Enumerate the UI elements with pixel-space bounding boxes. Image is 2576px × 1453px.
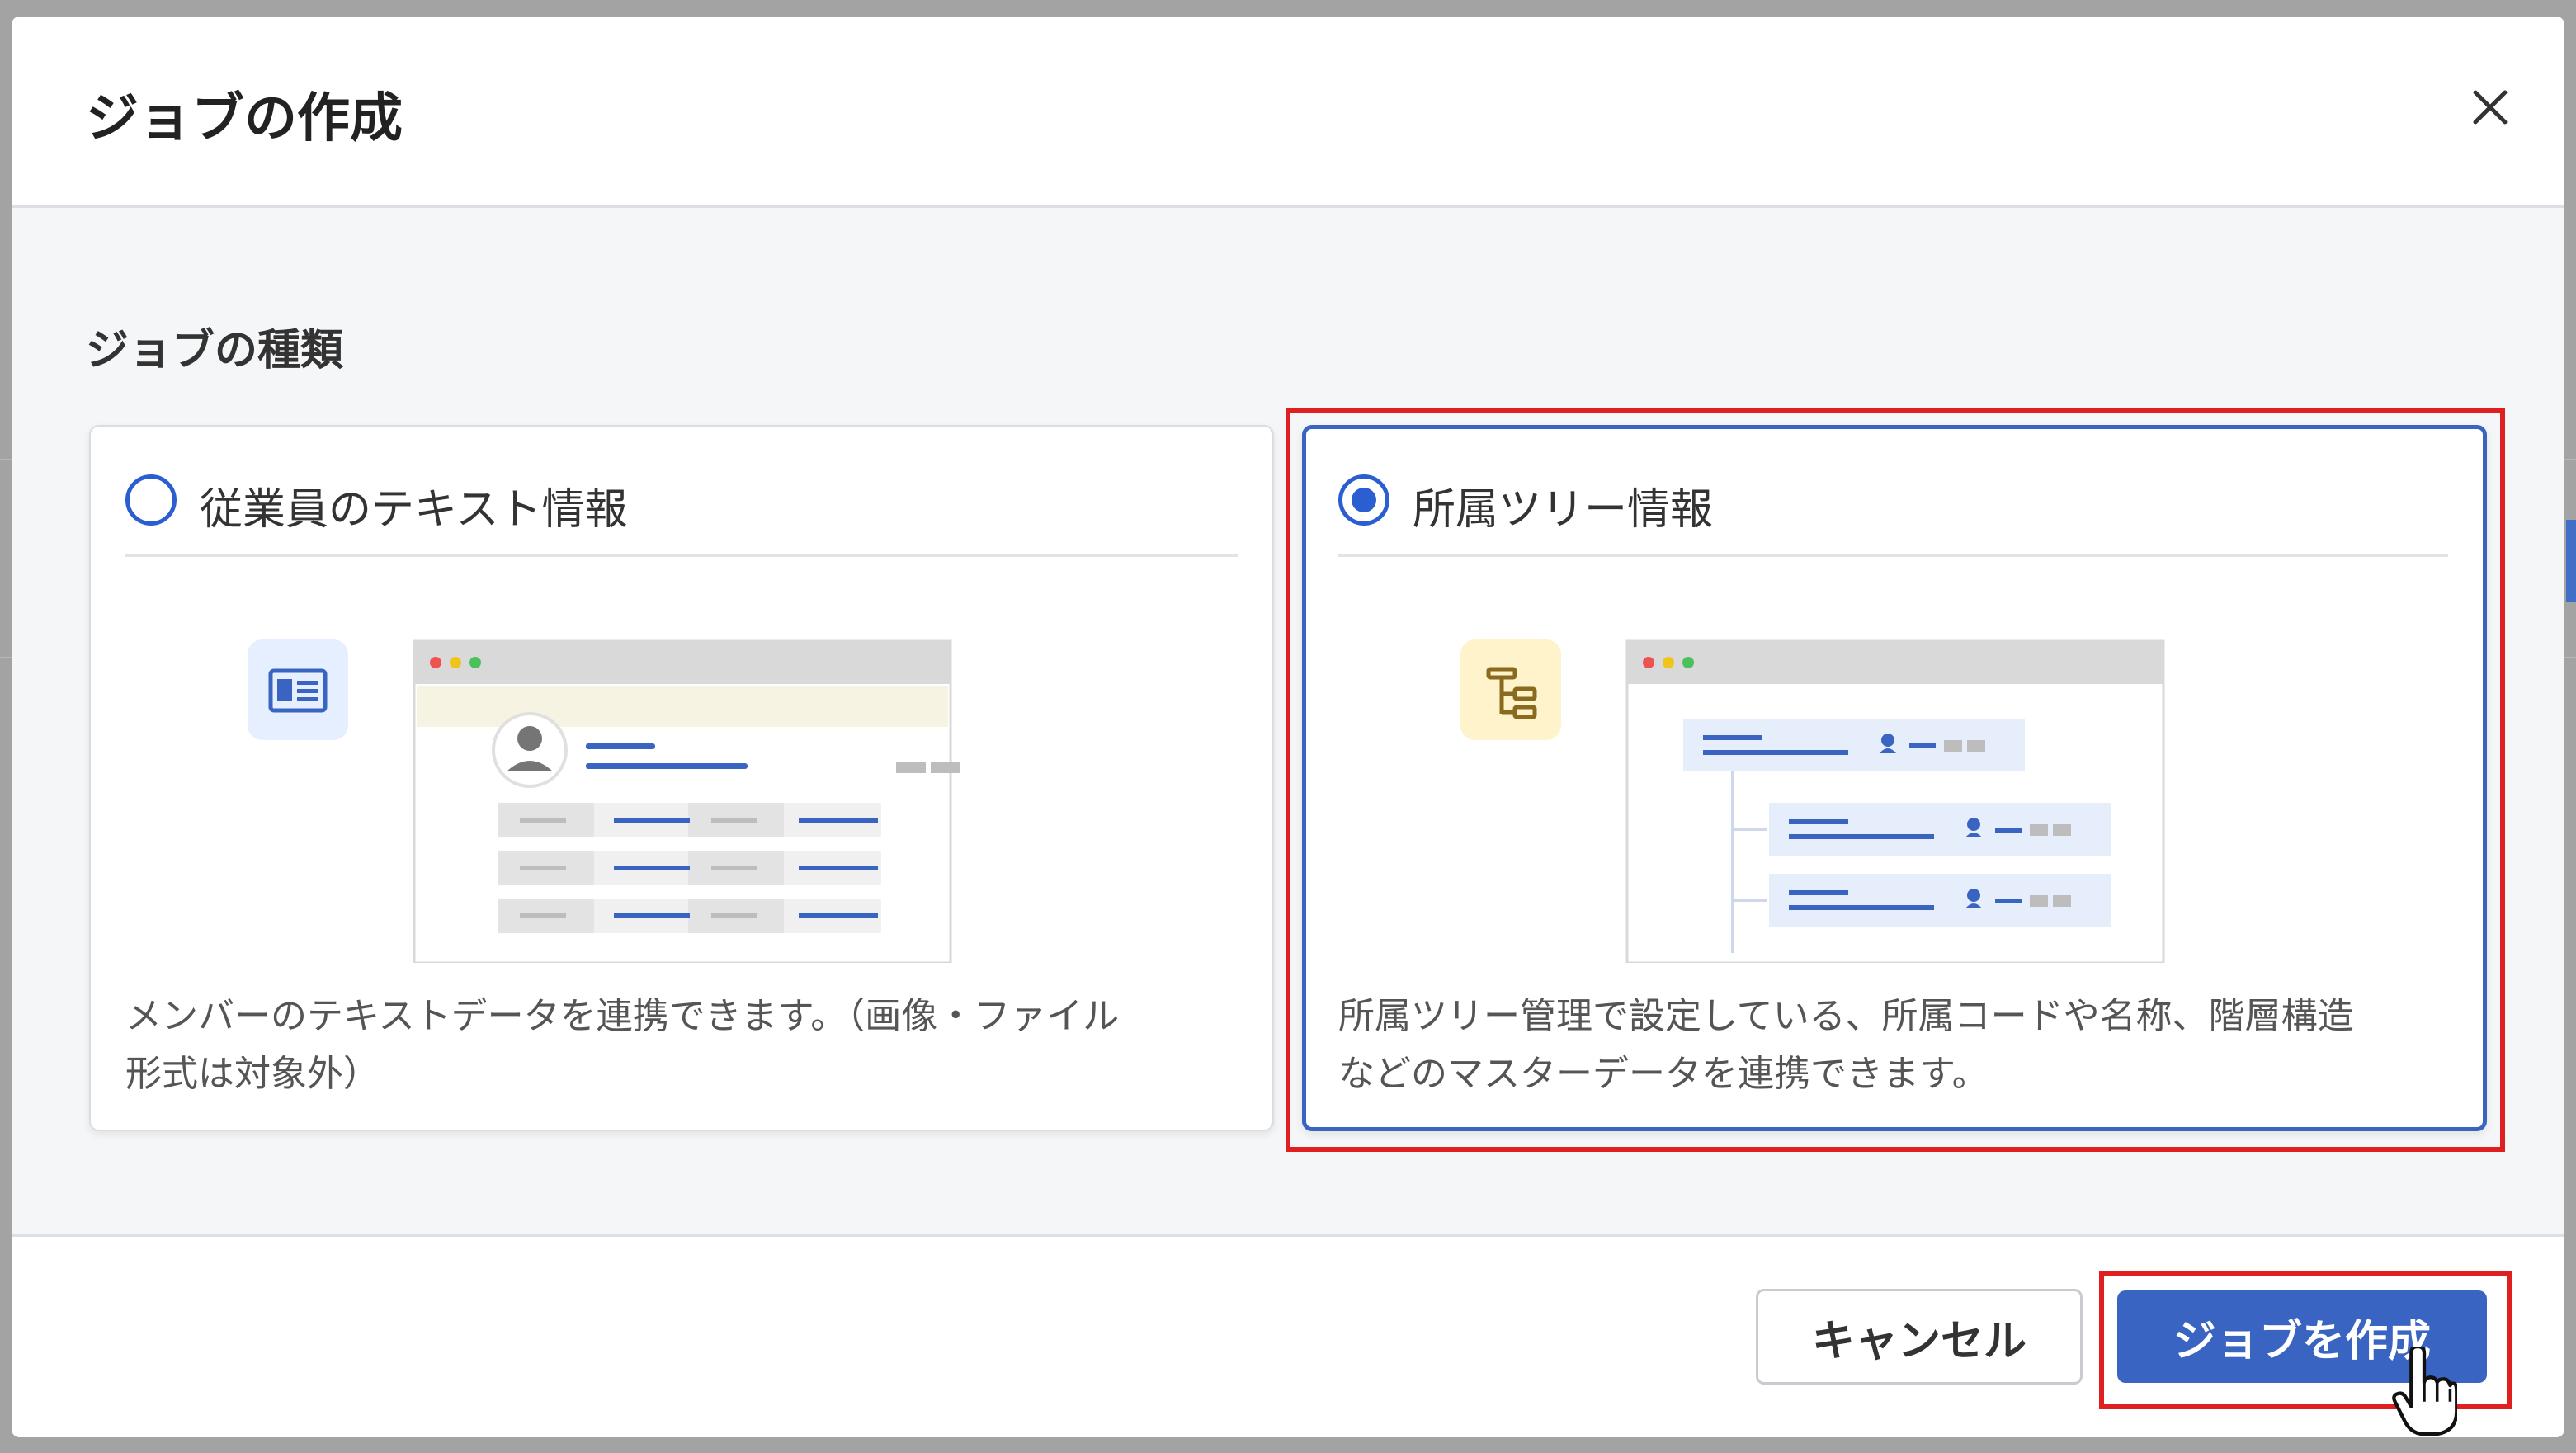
dialog-title: ジョブの作成	[86, 88, 403, 149]
description-line: メンバーのテキストデータを連携できます。（画像・ファイル	[125, 995, 1120, 1037]
option-card-employee-text[interactable]: 従業員のテキスト情報 メンバーのテキストデータを連携できます。（画像・ファイル …	[89, 425, 1274, 1131]
close-icon	[2473, 90, 2508, 125]
employee-text-illustration	[248, 639, 960, 963]
close-button[interactable]	[2449, 66, 2531, 149]
radio-employee-text[interactable]	[125, 474, 177, 526]
description-line: 形式は対象外）	[125, 1053, 380, 1095]
option-description: メンバーのテキストデータを連携できます。（画像・ファイル 形式は対象外）	[125, 988, 1239, 1103]
backdrop-accent	[2566, 520, 2576, 602]
card-header: 従業員のテキスト情報	[125, 466, 1238, 557]
hand-pointer-icon	[2392, 1347, 2457, 1436]
option-title: 従業員のテキスト情報	[200, 485, 628, 535]
job-type-label: ジョブの種類	[86, 326, 344, 375]
cancel-button[interactable]: キャンセル	[1756, 1289, 2083, 1385]
id-card-icon	[248, 639, 348, 740]
dialog-header: ジョブの作成	[12, 17, 2564, 208]
create-job-dialog: ジョブの作成 ジョブの種類 従業員のテキスト情報 メンバーのテキストデータを連携…	[12, 17, 2564, 1437]
highlight-box-selected-option	[1286, 408, 2505, 1152]
